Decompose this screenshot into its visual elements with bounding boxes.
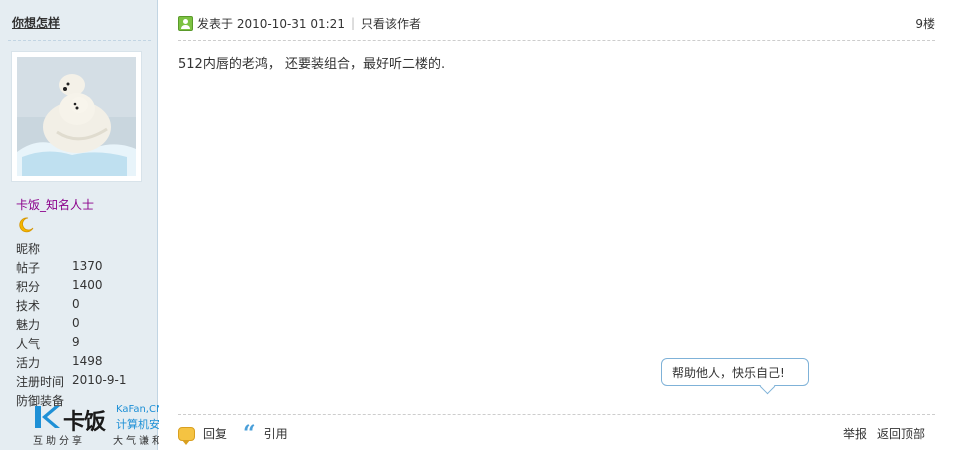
stat-label: 注册时间: [16, 375, 65, 389]
stat-value: 1498: [72, 354, 103, 368]
reply-button[interactable]: 回复: [178, 425, 228, 445]
post-time: 发表于 2010-10-31 01:21: [197, 16, 345, 31]
stat-value: 0: [72, 316, 80, 330]
stat-label: 积分: [16, 280, 41, 294]
stat-label: 技术: [16, 299, 41, 313]
logo-en-text: KaFan,CN: [116, 404, 164, 415]
username-link[interactable]: 你想怎样: [12, 14, 60, 31]
stat-row: 人气 9: [16, 335, 126, 354]
divider: |: [350, 16, 355, 30]
user-stats: 帖子 1370 积分 1400 技术 0 魅力 0 人气 9 活力 1498 注册时间 201…: [16, 259, 126, 411]
online-user-icon: [178, 15, 193, 31]
nickname-label: 昵称: [16, 242, 41, 256]
stat-row: 帖子 1370: [16, 259, 126, 278]
back-to-top-link[interactable]: 返回顶部: [877, 425, 925, 442]
stat-value: 9: [72, 335, 80, 349]
stat-value: 0: [72, 297, 80, 311]
avatar[interactable]: [11, 51, 142, 182]
logo-sub-left: 互助分享: [33, 436, 85, 447]
stat-label: 魅力: [16, 318, 41, 332]
tooltip-bubble: 帮助他人，快乐自己!: [661, 358, 809, 386]
stat-label: 活力: [16, 356, 41, 370]
stat-row: 积分 1400: [16, 278, 126, 297]
stat-row: 注册时间 2010-9-1: [16, 373, 126, 392]
stat-row: 魅力 0: [16, 316, 126, 335]
stat-row: 技术 0: [16, 297, 126, 316]
divider: [178, 40, 935, 41]
stat-value[interactable]: 1370: [72, 259, 103, 278]
stat-row: 活力 1498: [16, 354, 126, 373]
reply-icon: [178, 426, 195, 445]
divider: [8, 40, 151, 41]
only-author-link[interactable]: 只看该作者: [361, 15, 421, 32]
divider: [178, 414, 935, 415]
post-actions: 回复 “ 引用: [178, 420, 304, 447]
moon-icon: [19, 217, 34, 233]
post-content: 512内唇的老鸿， 还要装组合，最好听二楼的.: [178, 57, 446, 72]
quote-label: 引用: [263, 427, 288, 441]
kafan-logo: 卡饭 KaFan,CN 计算机安全 互助分享 大气谦和: [33, 404, 173, 448]
post-secondary-actions: 举报 返回顶部: [833, 425, 925, 442]
reply-label: 回复: [203, 427, 228, 441]
kafan-k-logo-icon: [35, 406, 60, 428]
stat-label: 帖子: [16, 261, 41, 275]
stat-value: 1400: [72, 278, 103, 292]
report-link[interactable]: 举报: [843, 425, 867, 442]
polar-bear-image: [17, 57, 136, 176]
stat-label: 人气: [16, 337, 41, 351]
user-sidebar: 你想怎样 卡饭_知名人士 昵称 帖子 1370 积分 1400 技术 0 魅力 0 人气…: [0, 0, 158, 450]
quote-button[interactable]: “ 引用: [243, 420, 288, 447]
user-rank: 卡饭_知名人士: [16, 198, 95, 212]
floor-number[interactable]: 9楼: [915, 15, 935, 32]
stat-value: 2010-9-1: [72, 373, 127, 387]
post-header: 发表于 2010-10-31 01:21 | 只看该作者 9楼: [178, 14, 935, 32]
quote-icon: “: [243, 420, 256, 447]
post-main: 发表于 2010-10-31 01:21 | 只看该作者 9楼 512内唇的老鸿…: [159, 0, 953, 450]
logo-sub-right: 大气谦和: [113, 436, 165, 447]
